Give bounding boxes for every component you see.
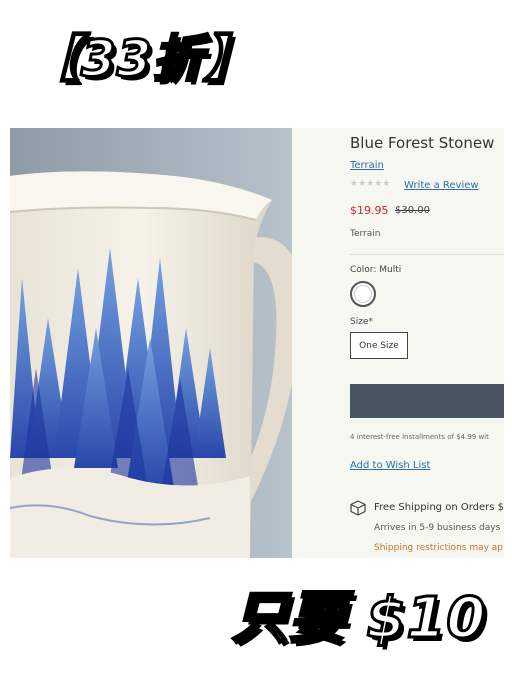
product-title: Blue Forest Stonew [350, 134, 495, 152]
package-icon [350, 500, 366, 516]
brand-link[interactable]: Terrain [350, 160, 384, 171]
add-to-cart-button[interactable] [350, 384, 504, 418]
write-review-link[interactable]: Write a Review [404, 180, 479, 191]
shipping-title: Free Shipping on Orders $5 [374, 502, 504, 513]
shipping-restrictions: Shipping restrictions may ap [374, 543, 504, 553]
installments-text: 4 interest-free installments of $4.99 wi… [350, 433, 489, 441]
shipping-arrival: Arrives in 5-9 business days [374, 523, 501, 533]
product-photo-mug [10, 128, 292, 558]
color-swatch-multi[interactable] [350, 281, 376, 307]
sale-price: $19.95 [350, 204, 389, 217]
color-label: Color: Multi [350, 265, 402, 275]
size-option-button[interactable]: One Size [350, 332, 408, 359]
product-screenshot: Blue Forest Stonew Terrain ★★★★★ Write a… [10, 128, 504, 558]
promo-price-heading: 只要 $10 [230, 585, 487, 653]
divider [350, 254, 504, 255]
promo-discount-heading: 【33折】 [29, 29, 256, 90]
product-info-panel: Blue Forest Stonew Terrain ★★★★★ Write a… [292, 128, 504, 558]
original-price: $30.00 [395, 205, 430, 216]
vendor-name: Terrain [350, 229, 381, 239]
add-to-wishlist-link[interactable]: Add to Wish List [350, 460, 430, 471]
size-label: Size* [350, 317, 373, 327]
rating-stars: ★★★★★ [350, 179, 391, 189]
